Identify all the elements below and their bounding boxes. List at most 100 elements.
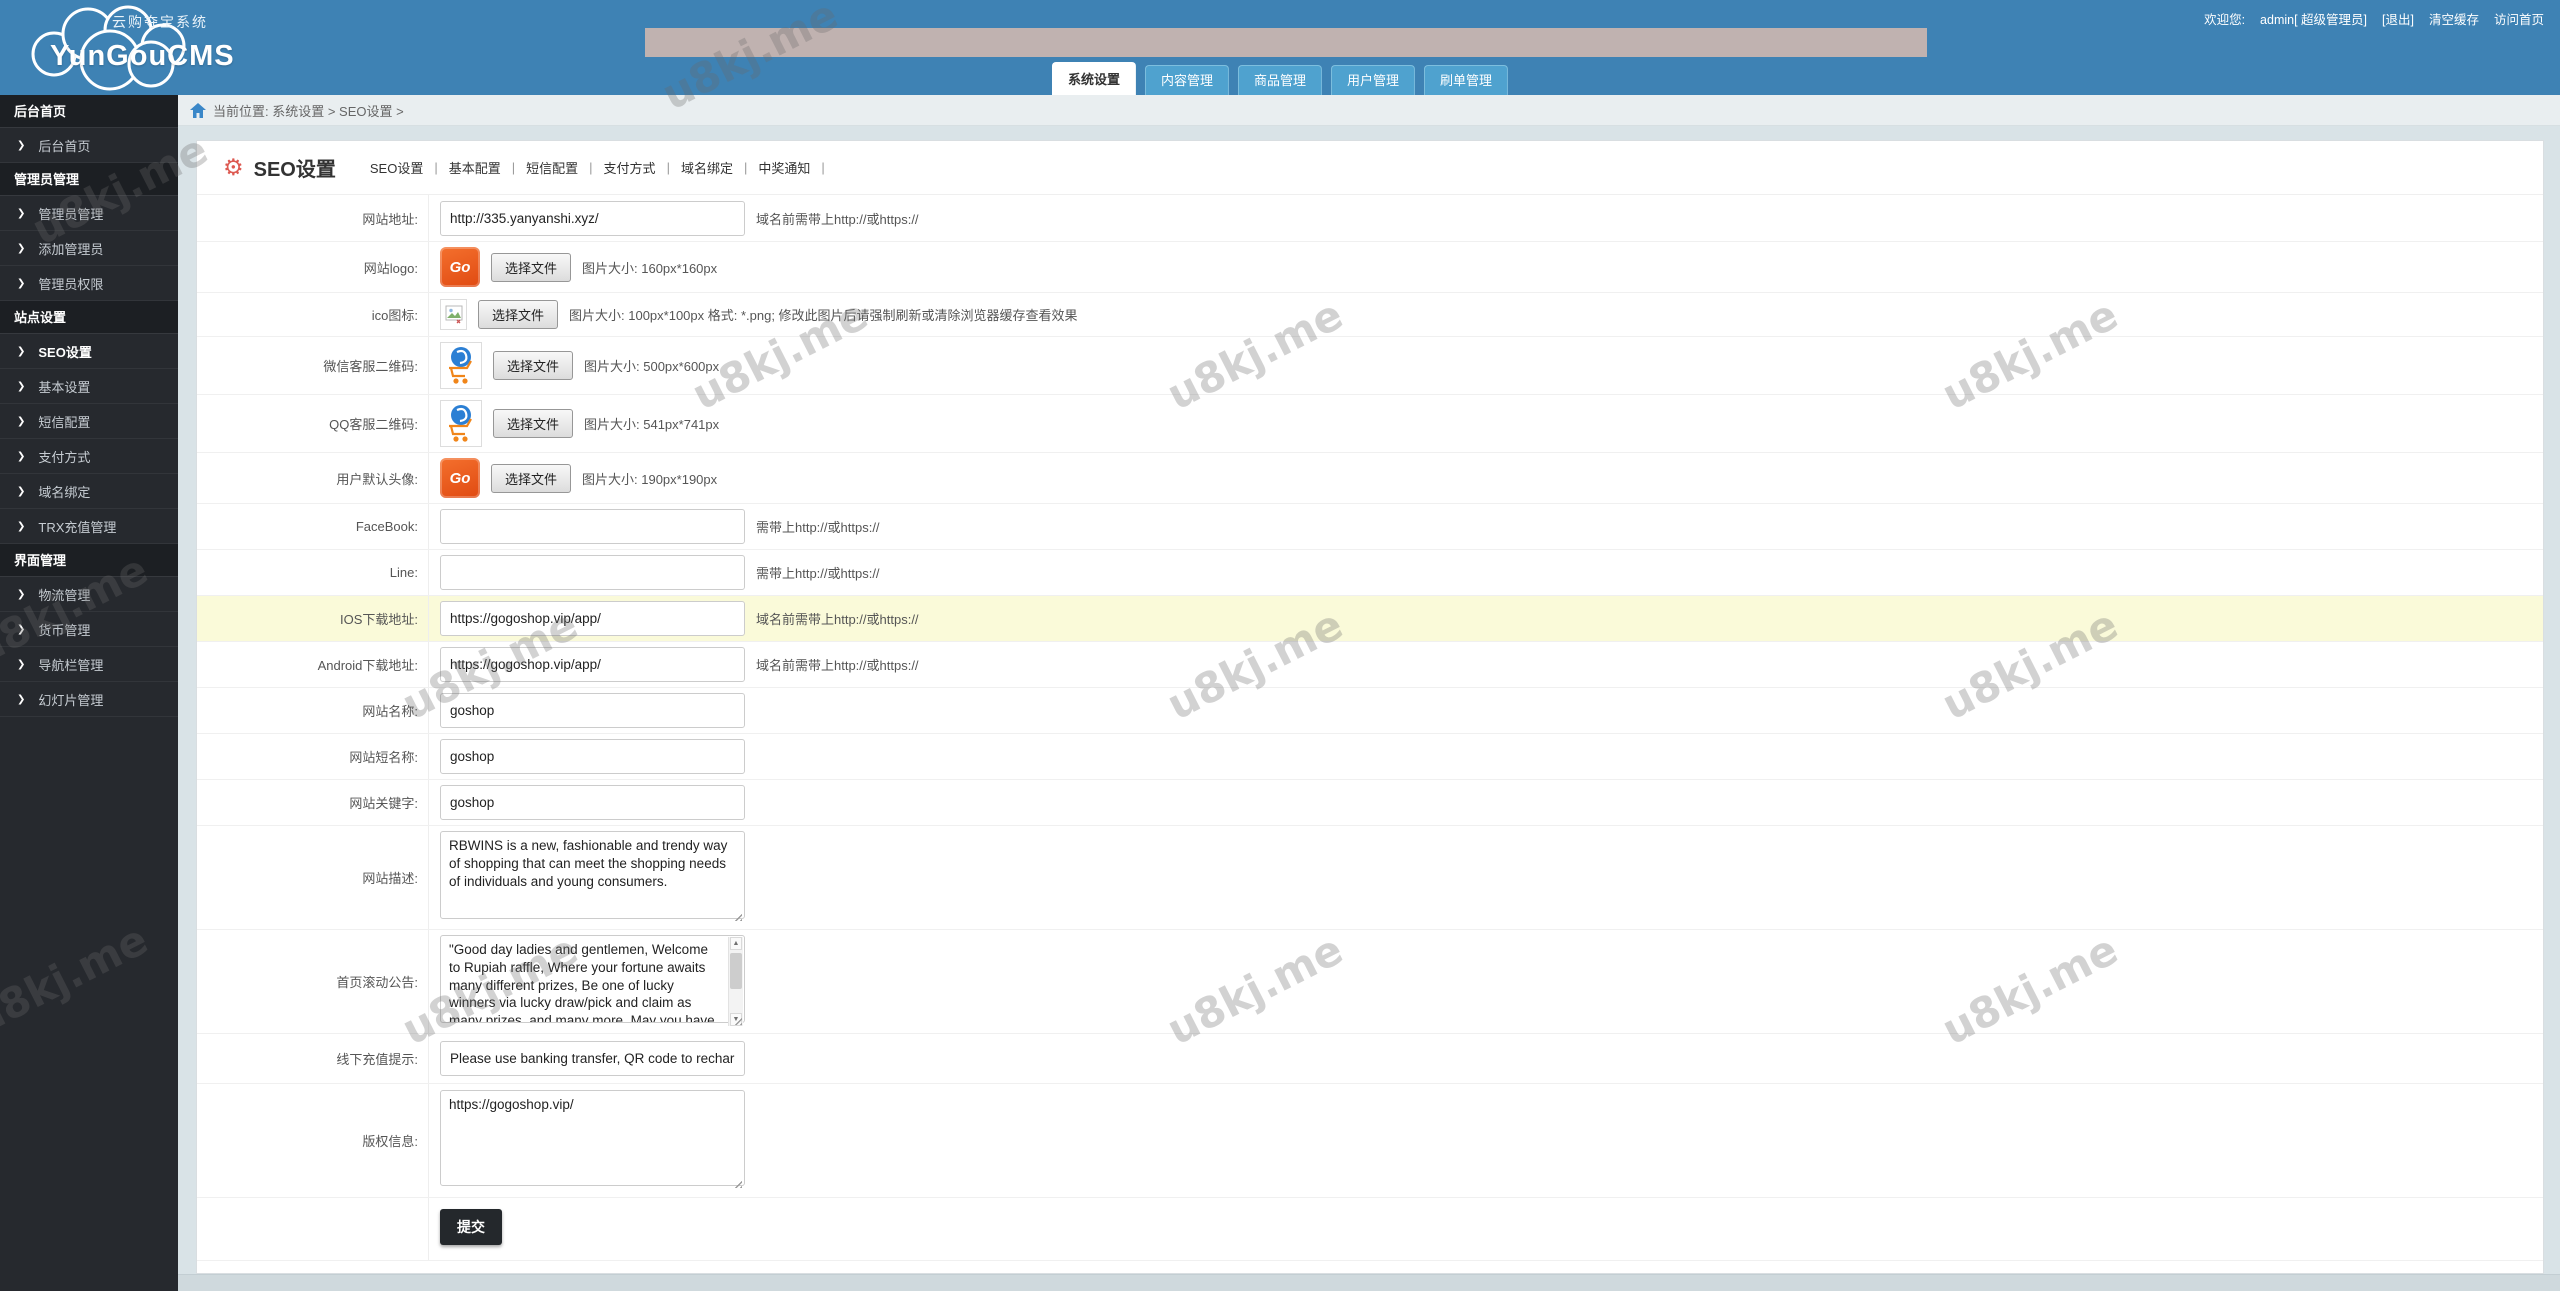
scrollbar-up-arrow[interactable]: ▲ [730,937,742,950]
offline-recharge-tip-input[interactable] [440,1041,745,1076]
gear-icon: ⚙ [223,154,244,181]
form-label-site-short-name: 网站短名称: [197,734,429,779]
card-header: ⚙ SEO设置 SEO设置|基本配置|短信配置|支付方式|域名绑定|中奖通知| [197,141,2543,194]
chevron-right-icon: ❯ [17,208,25,219]
ios-download-url-input[interactable] [440,601,745,636]
subtab-basic-config[interactable]: 基本配置 [449,158,501,177]
nav-tab-order-brush-mgmt[interactable]: 刷单管理 [1424,65,1508,95]
form-field-site-url: 域名前需带上http://或https:// [429,195,2543,241]
sidebar-item-navbar-mgmt[interactable]: ❯ 导航栏管理 [0,647,178,682]
subtab-payment[interactable]: 支付方式 [604,158,656,177]
sidebar-item-admin-list[interactable]: ❯ 管理员管理 [0,196,178,231]
form-field-site-name [429,688,2543,733]
facebook-input[interactable] [440,509,745,544]
subtab-separator: | [589,160,592,175]
form-label-qq-service-qr: QQ客服二维码: [197,395,429,452]
sidebar-item-label: 短信配置 [38,412,90,431]
form-field-wechat-service-qr: 选择文件图片大小: 500px*600px [429,337,2543,394]
form-field-copyright-info [429,1084,2543,1197]
sidebar-item-dashboard-home[interactable]: ❯后台首页 [0,128,178,163]
form-field-site-logo: Go选择文件图片大小: 160px*160px [429,242,2543,292]
sidebar-item-trx-recharge-mgmt[interactable]: ❯TRX充值管理 [0,509,178,544]
clear-cache-link[interactable]: 清空缓存 [2429,9,2479,28]
subtab-sms-config[interactable]: 短信配置 [526,158,578,177]
home-announcement-textarea-wrap: ▲▼ [440,935,745,1028]
android-download-url-input[interactable] [440,647,745,682]
nav-tab-goods-mgmt[interactable]: 商品管理 [1238,65,1322,95]
sidebar-item-label: 管理员管理 [38,204,103,223]
sidebar-item-admin-perms[interactable]: ❯管理员权限 [0,266,178,301]
settings-card: ⚙ SEO设置 SEO设置|基本配置|短信配置|支付方式|域名绑定|中奖通知| … [196,140,2544,1274]
form-field-site-keywords [429,780,2543,825]
nav-tab-user-mgmt[interactable]: 用户管理 [1331,65,1415,95]
subtab-separator: | [821,160,824,175]
chevron-right-icon: ❯ [17,694,25,705]
chevron-right-icon: ❯ [17,346,25,357]
form-row-site-url: 网站地址:域名前需带上http://或https:// [197,195,2543,242]
default-avatar-choose-file-button[interactable]: 选择文件 [491,464,571,493]
sidebar-item-label: 管理员权限 [38,274,103,293]
visit-home-link[interactable]: 访问首页 [2494,9,2544,28]
form-hint: 图片大小: 541px*741px [584,414,719,433]
footer-strip [178,1274,2560,1291]
site-short-name-input[interactable] [440,739,745,774]
logout-link[interactable]: [退出] [2382,9,2414,28]
form-label-site-description: 网站描述: [197,826,429,929]
form-field-line: 需带上http://或https:// [429,550,2543,595]
site-description-textarea[interactable] [440,831,745,919]
top-user-links: 欢迎您: admin[ 超级管理员] [退出] 清空缓存 访问首页 [2204,9,2544,28]
wechat-service-qr-choose-file-button[interactable]: 选择文件 [493,351,573,380]
nav-tab-content-mgmt[interactable]: 内容管理 [1145,65,1229,95]
form-label-site-name: 网站名称: [197,688,429,733]
copyright-info-textarea[interactable] [440,1090,745,1186]
nav-tab-system-settings[interactable]: 系统设置 [1052,62,1136,95]
copyright-info-textarea-wrap [440,1090,745,1191]
sidebar-item-payment-methods[interactable]: ❯支付方式 [0,439,178,474]
form-hint: 域名前需带上http://或https:// [756,655,919,674]
sidebar-item-admin-add[interactable]: ❯添加管理员 [0,231,178,266]
username-text: admin[ 超级管理员] [2260,9,2367,28]
sidebar-item-label: 导航栏管理 [38,655,103,674]
form-field-offline-recharge-tip [429,1034,2543,1083]
form-field-ico-icon: 选择文件图片大小: 100px*100px 格式: *.png; 修改此图片后请… [429,293,2543,336]
form-label-wechat-service-qr: 微信客服二维码: [197,337,429,394]
form-hint: 域名前需带上http://或https:// [756,609,919,628]
chevron-right-icon: ❯ [17,381,25,392]
subtab-seo[interactable]: SEO设置 [370,158,423,177]
sidebar-item-slideshow-mgmt[interactable]: ❯幻灯片管理 [0,682,178,717]
submit-button[interactable]: 提交 [440,1209,502,1245]
form-row-site-keywords: 网站关键字: [197,780,2543,826]
sidebar-item-domain-binding[interactable]: ❯域名绑定 [0,474,178,509]
chevron-right-icon: ❯ [17,486,25,497]
scrollbar-thumb[interactable] [730,953,742,989]
form-label-home-announcement: 首页滚动公告: [197,930,429,1033]
site-keywords-input[interactable] [440,785,745,820]
sidebar-item-currency-mgmt[interactable]: ❯货币管理 [0,612,178,647]
sidebar-item-logistics-mgmt[interactable]: ❯物流管理 [0,577,178,612]
form-row-site-name: 网站名称: [197,688,2543,734]
sidebar-item-sms-config[interactable]: ❯短信配置 [0,404,178,439]
subtab-domain-binding[interactable]: 域名绑定 [681,158,733,177]
site-logo-choose-file-button[interactable]: 选择文件 [491,253,571,282]
top-banner-strip [645,28,1927,57]
sidebar-section-site-settings: 站点设置 [0,301,178,334]
settings-subtabs: SEO设置|基本配置|短信配置|支付方式|域名绑定|中奖通知| [370,158,825,177]
site-name-input[interactable] [440,693,745,728]
default-avatar-thumbnail: Go [440,458,480,498]
sidebar-item-seo-settings[interactable]: ❯SEO设置 [0,334,178,369]
line-input[interactable] [440,555,745,590]
ico-icon-choose-file-button[interactable]: 选择文件 [478,300,558,329]
qq-service-qr-choose-file-button[interactable]: 选择文件 [493,409,573,438]
form-hint: 图片大小: 160px*160px [582,258,717,277]
home-announcement-textarea[interactable] [440,935,745,1023]
form-row-offline-recharge-tip: 线下充值提示: [197,1034,2543,1084]
textarea-scrollbar[interactable]: ▲▼ [728,937,743,1026]
form-label-submit [197,1198,429,1260]
chevron-right-icon: ❯ [17,659,25,670]
top-header: YunGouCMS 云购夺宝系统 欢迎您: admin[ 超级管理员] [退出]… [0,0,2560,95]
sidebar-item-label: 后台首页 [38,136,90,155]
breadcrumb: 当前位置: 系统设置 > SEO设置 > [178,95,2560,126]
site-url-input[interactable] [440,201,745,236]
subtab-prize-notice[interactable]: 中奖通知 [758,158,810,177]
sidebar-item-basic-settings[interactable]: ❯基本设置 [0,369,178,404]
